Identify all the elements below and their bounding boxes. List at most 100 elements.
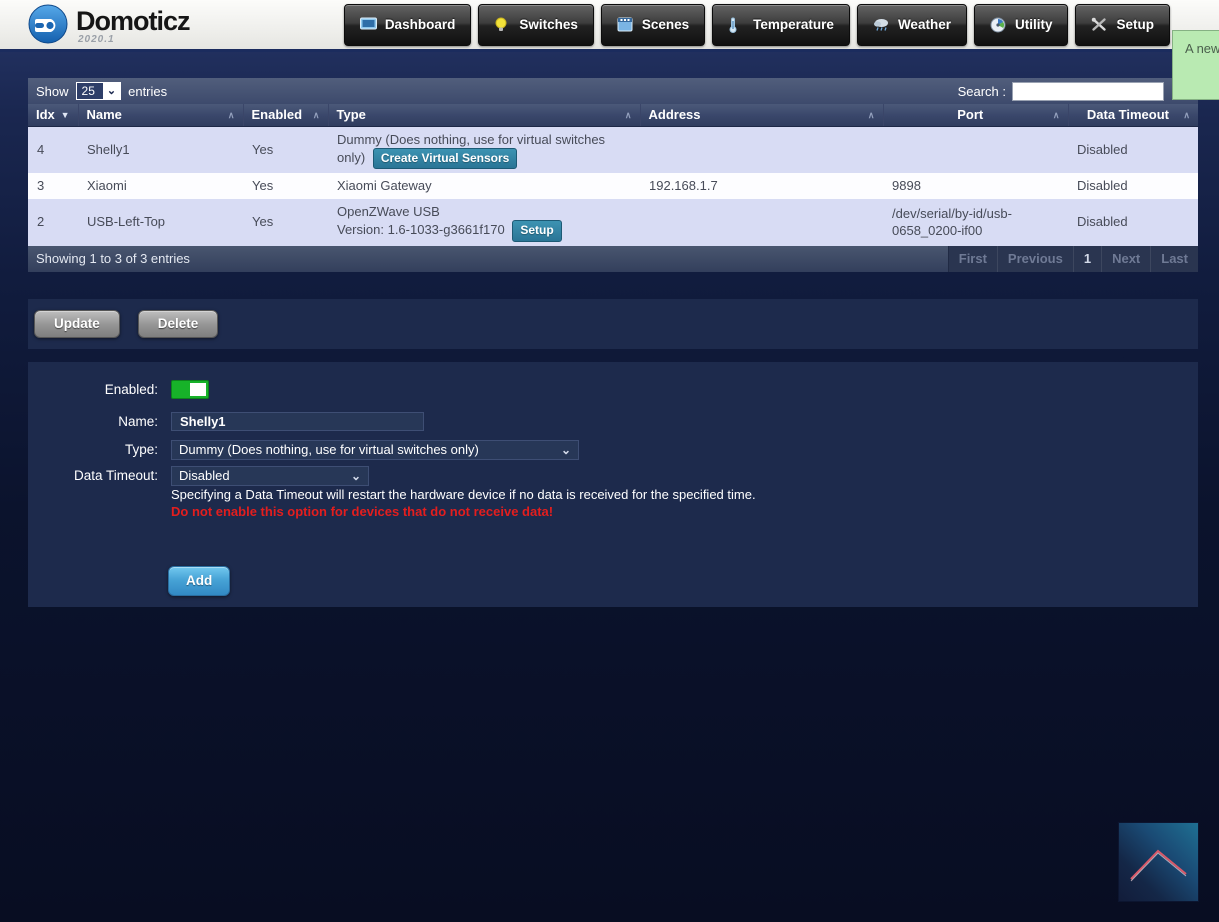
nav-label: Dashboard bbox=[385, 17, 456, 32]
pagination-last[interactable]: Last bbox=[1150, 246, 1198, 272]
sort-icon: ∧ bbox=[228, 110, 235, 121]
type-select[interactable]: Dummy (Does nothing, use for virtual swi… bbox=[171, 440, 579, 460]
hardware-panel: Show 25 ⌄ entries Search : ▼Idx ∧Name ∧E… bbox=[28, 78, 1198, 607]
cell-port: 9898 bbox=[883, 173, 1068, 199]
page-size-select[interactable]: 25 ⌄ bbox=[76, 82, 122, 100]
add-button[interactable]: Add bbox=[168, 566, 230, 596]
cell-port: /dev/serial/by-id/usb-0658_0200-if00 bbox=[883, 199, 1068, 246]
cell-address bbox=[640, 126, 883, 173]
dashboard-icon bbox=[360, 17, 377, 33]
cell-port bbox=[883, 126, 1068, 173]
cell-data-timeout: Disabled bbox=[1068, 126, 1198, 173]
nav-setup-button[interactable]: Setup bbox=[1075, 4, 1170, 46]
nav-scenes-button[interactable]: Scenes bbox=[601, 4, 705, 46]
pagination: First Previous 1 Next Last bbox=[948, 246, 1198, 272]
pagination-page-1[interactable]: 1 bbox=[1073, 246, 1101, 272]
hardware-table: ▼Idx ∧Name ∧Enabled ∧Type ∧Address ∧Port… bbox=[28, 104, 1198, 246]
cell-enabled: Yes bbox=[243, 173, 328, 199]
enabled-label: Enabled: bbox=[28, 382, 158, 397]
thermometer-icon bbox=[728, 17, 745, 33]
cell-data-timeout: Disabled bbox=[1068, 199, 1198, 246]
chevron-down-icon: ⌄ bbox=[103, 84, 120, 98]
search-label: Search : bbox=[958, 84, 1006, 99]
chevron-up-icon bbox=[1119, 823, 1198, 901]
column-header-port[interactable]: ∧Port bbox=[883, 104, 1068, 126]
nav-dashboard-button[interactable]: Dashboard bbox=[344, 4, 472, 46]
nav-label: Setup bbox=[1116, 17, 1154, 32]
main-nav: Dashboard Switches Scenes bbox=[344, 4, 1170, 46]
hardware-form: Enabled: Name: Type: Dummy (Does nothing… bbox=[28, 362, 1198, 607]
column-header-name[interactable]: ∧Name bbox=[78, 104, 243, 126]
cell-data-timeout: Disabled bbox=[1068, 173, 1198, 199]
pagination-previous[interactable]: Previous bbox=[997, 246, 1073, 272]
app-title: Domoticz bbox=[76, 8, 190, 34]
nav-weather-button[interactable]: Weather bbox=[857, 4, 967, 46]
gauge-icon bbox=[990, 17, 1007, 33]
cell-type: OpenZWave USB Version: 1.6-1033-g3661f17… bbox=[328, 199, 640, 246]
tools-icon bbox=[1091, 17, 1108, 33]
data-timeout-label: Data Timeout: bbox=[28, 468, 158, 483]
chevron-down-icon: ⌄ bbox=[343, 469, 361, 483]
cell-name: Xiaomi bbox=[78, 173, 243, 199]
name-label: Name: bbox=[28, 414, 158, 429]
enabled-toggle[interactable] bbox=[171, 380, 209, 399]
entries-label: entries bbox=[128, 84, 167, 99]
chevron-down-icon: ⌄ bbox=[553, 443, 571, 457]
nav-switches-button[interactable]: Switches bbox=[478, 4, 594, 46]
type-select-value: Dummy (Does nothing, use for virtual swi… bbox=[179, 442, 479, 457]
scenes-icon bbox=[617, 17, 634, 33]
column-header-data-timeout[interactable]: ∧Data Timeout bbox=[1068, 104, 1198, 126]
app-logo[interactable]: Domoticz 2020.1 bbox=[28, 4, 190, 45]
cell-address: 192.168.1.7 bbox=[640, 173, 883, 199]
cell-name: Shelly1 bbox=[78, 126, 243, 173]
data-timeout-select-value: Disabled bbox=[179, 468, 230, 483]
table-info: Showing 1 to 3 of 3 entries bbox=[36, 251, 190, 266]
update-button[interactable]: Update bbox=[34, 310, 120, 338]
new-version-toast[interactable]: A new Version bbox=[1172, 30, 1219, 100]
cell-type: Dummy (Does nothing, use for virtual swi… bbox=[328, 126, 640, 173]
create-virtual-sensors-button[interactable]: Create Virtual Sensors bbox=[373, 148, 518, 169]
table-row[interactable]: 4 Shelly1 Yes Dummy (Does nothing, use f… bbox=[28, 126, 1198, 173]
nav-label: Temperature bbox=[753, 17, 834, 32]
column-header-idx[interactable]: ▼Idx bbox=[28, 104, 78, 126]
sort-icon: ∧ bbox=[1183, 110, 1190, 121]
data-timeout-select[interactable]: Disabled ⌄ bbox=[171, 466, 369, 486]
name-input[interactable] bbox=[171, 412, 424, 431]
nav-label: Scenes bbox=[642, 17, 689, 32]
column-header-enabled[interactable]: ∧Enabled bbox=[243, 104, 328, 126]
table-row[interactable]: 3 Xiaomi Yes Xiaomi Gateway 192.168.1.7 … bbox=[28, 173, 1198, 199]
sort-icon: ∧ bbox=[868, 110, 875, 121]
table-header-row: ▼Idx ∧Name ∧Enabled ∧Type ∧Address ∧Port… bbox=[28, 104, 1198, 126]
cell-enabled: Yes bbox=[243, 199, 328, 246]
app-version: 2020.1 bbox=[78, 34, 190, 45]
nav-label: Weather bbox=[898, 17, 951, 32]
row-actions-panel: Update Delete bbox=[28, 299, 1198, 349]
data-timeout-warning: Do not enable this option for devices th… bbox=[171, 504, 1198, 519]
lightbulb-icon bbox=[494, 17, 511, 33]
page-size-value: 25 bbox=[77, 83, 103, 99]
cell-name: USB-Left-Top bbox=[78, 199, 243, 246]
column-header-type[interactable]: ∧Type bbox=[328, 104, 640, 126]
scroll-to-top-button[interactable] bbox=[1118, 822, 1199, 902]
setup-hardware-button[interactable]: Setup bbox=[512, 220, 561, 241]
cell-idx: 4 bbox=[28, 126, 78, 173]
weather-icon bbox=[873, 17, 890, 33]
table-toolbar: Show 25 ⌄ entries Search : bbox=[28, 78, 1198, 104]
delete-button[interactable]: Delete bbox=[138, 310, 219, 338]
pagination-next[interactable]: Next bbox=[1101, 246, 1150, 272]
app-header: Domoticz 2020.1 Dashboard Switches bbox=[0, 0, 1219, 52]
pagination-first[interactable]: First bbox=[949, 246, 997, 272]
table-row[interactable]: 2 USB-Left-Top Yes OpenZWave USB Version… bbox=[28, 199, 1198, 246]
cell-idx: 3 bbox=[28, 173, 78, 199]
cell-idx: 2 bbox=[28, 199, 78, 246]
sort-desc-icon: ▼ bbox=[61, 110, 70, 120]
sort-icon: ∧ bbox=[1053, 110, 1060, 121]
show-label: Show bbox=[36, 84, 69, 99]
nav-temperature-button[interactable]: Temperature bbox=[712, 4, 850, 46]
domoticz-logo-icon bbox=[28, 4, 68, 44]
nav-utility-button[interactable]: Utility bbox=[974, 4, 1069, 46]
column-header-address[interactable]: ∧Address bbox=[640, 104, 883, 126]
search-input[interactable] bbox=[1012, 82, 1164, 101]
cell-address bbox=[640, 199, 883, 246]
nav-label: Switches bbox=[519, 17, 578, 32]
